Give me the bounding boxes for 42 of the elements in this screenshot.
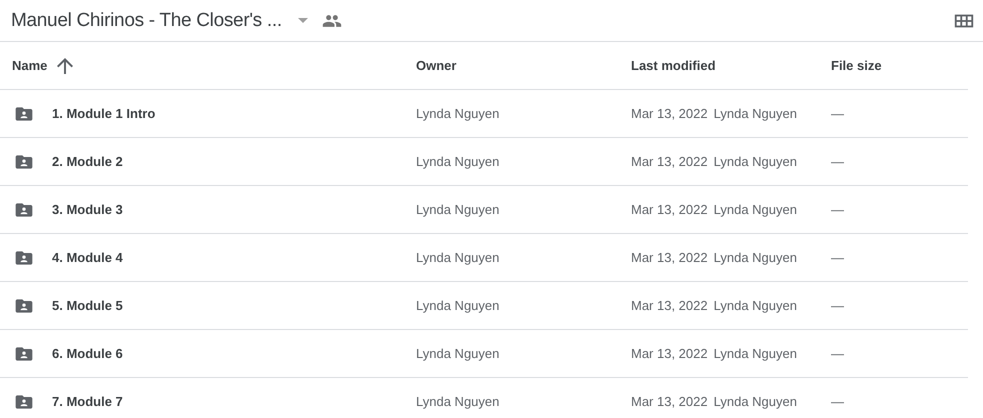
modified-date: Mar 13, 2022 — [631, 298, 708, 313]
modified-by: Lynda Nguyen — [714, 250, 797, 265]
file-name[interactable]: 6. Module 6 — [52, 346, 123, 361]
modified-date: Mar 13, 2022 — [631, 250, 708, 265]
modified-by: Lynda Nguyen — [714, 106, 797, 121]
modified-date: Mar 13, 2022 — [631, 346, 708, 361]
owner-name: Lynda Nguyen — [416, 106, 500, 121]
owner-name: Lynda Nguyen — [416, 394, 500, 409]
file-size: — — [831, 394, 844, 409]
file-name[interactable]: 4. Module 4 — [52, 250, 123, 265]
modified-date: Mar 13, 2022 — [631, 154, 708, 169]
column-header[interactable]: File size — [831, 58, 882, 73]
file-name[interactable]: 7. Module 7 — [52, 394, 123, 409]
file-size: — — [831, 346, 844, 361]
column-header[interactable]: Owner — [416, 58, 456, 73]
modified-date: Mar 13, 2022 — [631, 394, 708, 409]
column-header[interactable]: Last modified — [631, 58, 716, 73]
modified-date: Mar 13, 2022 — [631, 202, 708, 217]
owner-name: Lynda Nguyen — [416, 250, 500, 265]
file-name[interactable]: 1. Module 1 Intro — [52, 106, 156, 121]
owner-name: Lynda Nguyen — [416, 346, 500, 361]
file-size: — — [831, 250, 844, 265]
file-name[interactable]: 5. Module 5 — [52, 298, 123, 313]
file-size: — — [831, 154, 844, 169]
modified-by: Lynda Nguyen — [714, 298, 797, 313]
sort-arrow-icon[interactable] — [57, 58, 74, 74]
owner-name: Lynda Nguyen — [416, 298, 500, 313]
folder-title-button[interactable]: Manuel Chirinos - The Closer's ... — [0, 0, 308, 40]
file-size: — — [831, 106, 844, 121]
modified-by: Lynda Nguyen — [714, 202, 797, 217]
owner-name: Lynda Nguyen — [416, 154, 500, 169]
owner-name: Lynda Nguyen — [416, 202, 500, 217]
modified-by: Lynda Nguyen — [714, 346, 797, 361]
file-name[interactable]: 3. Module 3 — [52, 202, 123, 217]
file-size: — — [831, 202, 844, 217]
caret-icon — [298, 18, 308, 23]
modified-by: Lynda Nguyen — [714, 154, 797, 169]
file-name[interactable]: 2. Module 2 — [52, 154, 123, 169]
file-size: — — [831, 298, 844, 313]
modified-date: Mar 13, 2022 — [631, 106, 708, 121]
column-header[interactable]: Name — [12, 58, 48, 73]
modified-by: Lynda Nguyen — [714, 394, 797, 409]
